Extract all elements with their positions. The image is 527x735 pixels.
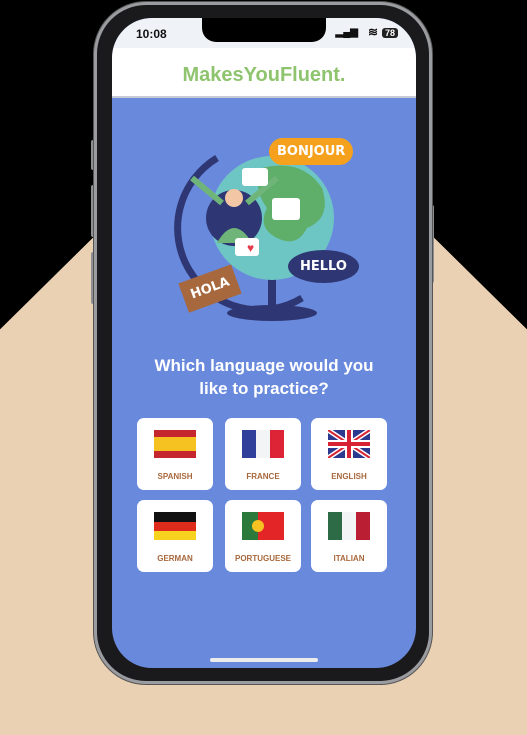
illustration: ♥ BONJOUR HELLO HOLA bbox=[112, 98, 416, 338]
france-flag-icon bbox=[242, 430, 284, 458]
language-label: GERMAN bbox=[157, 554, 193, 563]
app-title: MakesYouFluent. bbox=[112, 48, 416, 98]
wifi-icon: ≋ bbox=[367, 25, 378, 39]
portugal-flag-icon bbox=[242, 512, 284, 540]
dynamic-island bbox=[202, 18, 326, 42]
question-line-1: Which language would you bbox=[154, 356, 374, 375]
language-card-italian[interactable]: ITALIAN bbox=[311, 500, 387, 572]
app-screen: 10:08 ▂▄▆ ≋ 78 MakesYouFluent. ♥ BONJOUR… bbox=[112, 18, 416, 668]
language-label: ENGLISH bbox=[331, 472, 367, 481]
home-indicator[interactable] bbox=[210, 658, 318, 662]
italy-flag-icon bbox=[328, 512, 370, 540]
language-label: PORTUGUESE bbox=[234, 554, 291, 563]
status-time: 10:08 bbox=[136, 27, 167, 41]
language-card-france[interactable]: FRANCE bbox=[225, 418, 301, 490]
language-card-english[interactable]: ENGLISH bbox=[311, 418, 387, 490]
language-card-german[interactable]: GERMAN bbox=[137, 500, 213, 572]
language-card-portuguese[interactable]: PORTUGUESE bbox=[225, 500, 301, 572]
germany-flag-icon bbox=[154, 512, 196, 540]
language-card-spanish[interactable]: SPANISH bbox=[137, 418, 213, 490]
uk-flag-icon bbox=[326, 427, 372, 461]
status-bar: 10:08 ▂▄▆ ≋ 78 bbox=[112, 18, 416, 48]
globe-illustration: ♥ bbox=[174, 155, 334, 321]
language-label: FRANCE bbox=[246, 472, 280, 481]
bubble-hello: HELLO bbox=[288, 250, 359, 283]
battery-icon: 78 bbox=[381, 28, 398, 38]
signal-icon: ▂▄▆ bbox=[335, 27, 358, 38]
question-line-2: like to practice? bbox=[199, 379, 329, 398]
bubble-bonjour: BONJOUR bbox=[269, 138, 354, 165]
heart-icon: ♥ bbox=[247, 241, 254, 255]
language-label: ITALIAN bbox=[333, 554, 365, 563]
language-label: SPANISH bbox=[157, 472, 193, 481]
spain-flag-icon bbox=[154, 430, 196, 458]
question-heading: Which language would you like to practic… bbox=[112, 354, 416, 400]
